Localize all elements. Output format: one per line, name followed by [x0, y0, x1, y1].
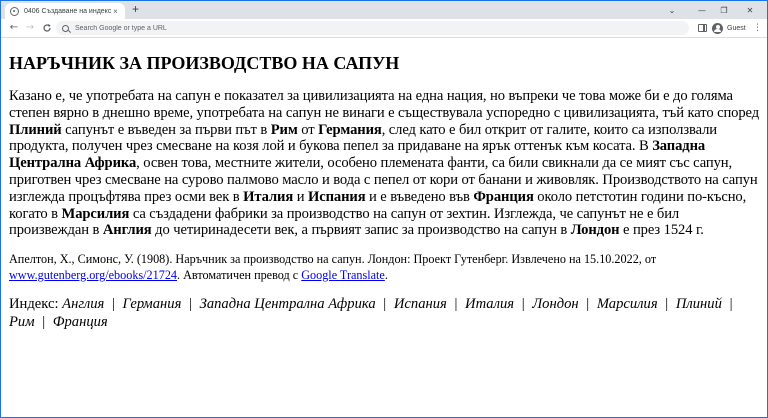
bold-term: Италия — [243, 188, 294, 205]
body-text: е през 1524 г. — [619, 222, 704, 239]
reload-icon — [43, 24, 51, 32]
index-item: Рим — [9, 314, 35, 331]
index-item: Испания — [393, 296, 447, 313]
index-line: Индекс: Англия | Германия | Западна Цент… — [9, 295, 761, 331]
citation-text-2: . Автоматичен превод с — [177, 268, 302, 283]
body-text: Казано е, че употребата на сапун е показ… — [9, 88, 760, 121]
globe-icon — [10, 6, 19, 16]
tab-strip: 0406 Създаване на индекс.html × + ⌄ — ❐ … — [1, 1, 767, 19]
browser-window: 0406 Създаване на индекс.html × + ⌄ — ❐ … — [0, 0, 768, 418]
profile-label: Guest — [727, 24, 746, 32]
tab-search-chevron-icon[interactable]: ⌄ — [657, 1, 687, 19]
index-label: Индекс: — [9, 296, 59, 313]
bold-term: Рим — [270, 121, 298, 138]
gutenberg-link[interactable]: www.gutenberg.org/ebooks/21724 — [9, 268, 177, 282]
body-text: сапунът е въведен за първи път в — [61, 121, 271, 138]
profile-button[interactable]: Guest — [712, 22, 746, 34]
body-text: и е въведено във — [365, 188, 474, 205]
close-window-button[interactable]: ✕ — [735, 1, 765, 19]
citation-text: Апелтон, Х., Симонс, У. (1908). Наръчник… — [9, 252, 657, 267]
index-item: Франция — [52, 314, 108, 331]
google-translate-link[interactable]: Google Translate — [301, 268, 385, 282]
index-item: Плиний — [675, 296, 722, 313]
bold-term: Англия — [102, 222, 152, 239]
index-separator: | — [586, 296, 590, 313]
index-item: Марсилия — [596, 296, 658, 313]
search-icon — [62, 24, 69, 32]
index-item: Западна Централна Африка — [199, 296, 376, 313]
body-paragraph: Казано е, че употребата на сапун е показ… — [9, 88, 761, 239]
address-bar[interactable] — [56, 21, 689, 35]
index-separator: | — [729, 296, 733, 313]
bold-term: Германия — [318, 121, 382, 138]
new-tab-button[interactable]: + — [132, 3, 139, 16]
index-item: Германия — [122, 296, 182, 313]
index-item: Англия — [62, 296, 105, 313]
tab-title: 0406 Създаване на индекс.html — [24, 7, 111, 15]
bold-term: Франция — [473, 188, 534, 205]
index-separator: | — [454, 296, 458, 313]
close-tab-icon[interactable]: × — [111, 7, 120, 16]
index-separator: | — [189, 296, 192, 313]
body-text: до четиринадесети век, а първият запис з… — [151, 222, 571, 239]
back-button[interactable]: ← — [7, 21, 21, 35]
citation: Апелтон, Х., Симонс, У. (1908). Наръчник… — [9, 251, 761, 283]
address-input[interactable] — [75, 22, 655, 34]
body-text: и — [293, 188, 308, 205]
citation-text-3: . — [384, 268, 388, 283]
bold-term: Испания — [307, 188, 366, 205]
index-separator: | — [665, 296, 669, 313]
index-item: Лондон — [532, 296, 579, 313]
page-content: НАРЪЧНИК ЗА ПРОИЗВОДСТВО НА САПУН Казано… — [9, 39, 761, 417]
index-item: Италия — [465, 296, 515, 313]
avatar-icon — [712, 22, 723, 34]
body-text: от — [297, 121, 319, 138]
page-title: НАРЪЧНИК ЗА ПРОИЗВОДСТВО НА САПУН — [9, 53, 400, 73]
browser-toolbar: ← → Guest ⋮ — [1, 19, 767, 38]
side-panel-icon[interactable] — [698, 24, 707, 32]
forward-button[interactable]: → — [23, 21, 37, 35]
index-separator: | — [383, 296, 387, 313]
kebab-menu-icon[interactable]: ⋮ — [753, 22, 762, 34]
index-separator: | — [111, 296, 115, 313]
index-separator: | — [42, 314, 46, 331]
tab-active[interactable]: 0406 Създаване на индекс.html × — [5, 3, 125, 19]
index-separator: | — [521, 296, 525, 313]
bold-term: Лондон — [570, 222, 620, 239]
bold-term: Плиний — [9, 121, 62, 138]
reload-button[interactable] — [40, 21, 54, 35]
bold-term: Марсилия — [61, 205, 130, 222]
